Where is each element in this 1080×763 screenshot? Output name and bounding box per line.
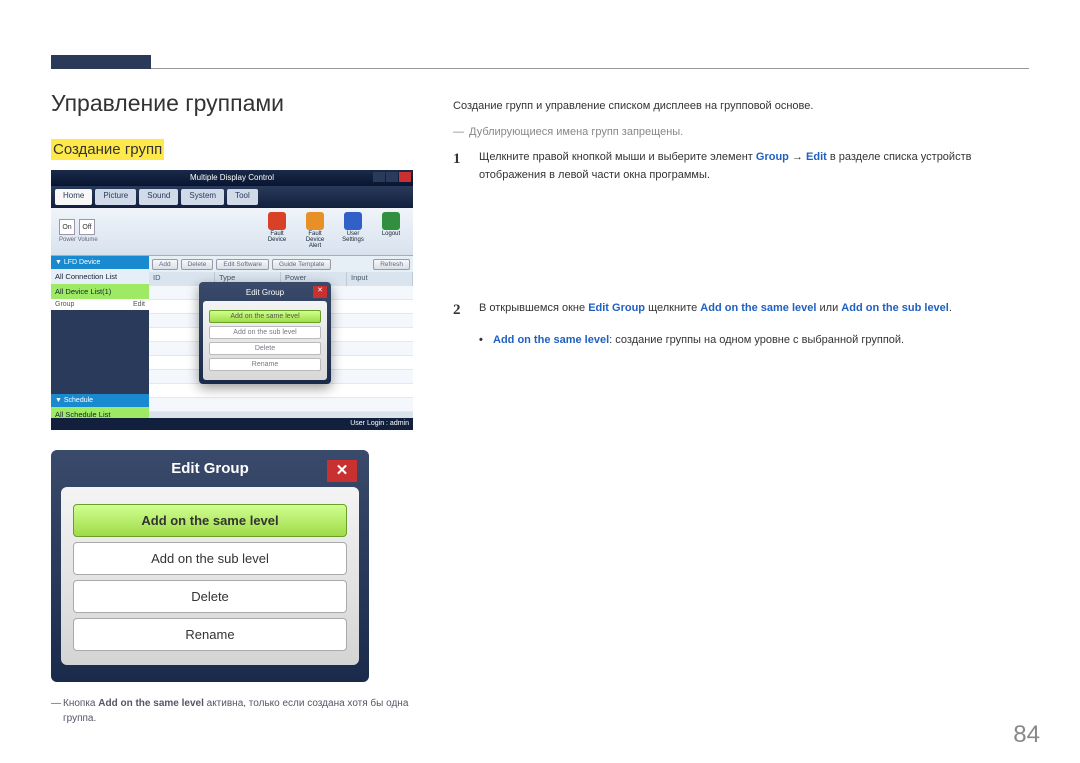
window-title: Multiple Display Control (190, 173, 274, 182)
footnote: Кнопка Add on the same level активна, то… (51, 696, 431, 726)
close-icon[interactable]: ✕ (313, 286, 327, 298)
tab-sound[interactable]: Sound (139, 189, 178, 205)
btn-rename-group[interactable]: Rename (209, 358, 321, 371)
btn-add-same-level[interactable]: Add on the same level (73, 504, 347, 537)
heading-main: Управление группами (51, 90, 431, 117)
ico-user-settings[interactable]: User Settings (339, 212, 367, 249)
ico-fault-device[interactable]: Fault Device (263, 212, 291, 249)
step-number: 1 (453, 147, 461, 171)
heading-sub: Создание групп (51, 139, 164, 160)
dialog-title: Edit Group (51, 450, 369, 487)
ico-fault-alert[interactable]: Fault Device Alert (301, 212, 329, 249)
tab-system[interactable]: System (181, 189, 224, 205)
side-all-dev[interactable]: All Device List(1) (51, 284, 149, 299)
side-sec-sched[interactable]: ▼ Schedule (51, 394, 149, 407)
btn-edit-sw[interactable]: Edit Software (216, 259, 269, 270)
ribbon: OnOff Power Volume Fault Device Fault De… (51, 208, 413, 256)
screenshot-edit-group-dialog: Edit Group ✕ Add on the same level Add o… (51, 450, 369, 682)
note-text: Дублирующиеся имена групп запрещены. (453, 124, 1029, 142)
page-number: 84 (1013, 721, 1040, 749)
power-off[interactable]: Off (79, 219, 95, 235)
ribbon-power: OnOff Power Volume (59, 216, 139, 248)
btn-del-group[interactable]: Delete (73, 580, 347, 613)
step-number: 2 (453, 298, 461, 322)
ico-logout[interactable]: Logout (377, 212, 405, 249)
tab-home[interactable]: Home (55, 189, 92, 205)
side-group-row: GroupEdit (51, 299, 149, 310)
sub-toolbar: Add Delete Edit Software Guide Template … (149, 256, 413, 272)
tab-bar: Home Picture Sound System Tool (51, 186, 413, 208)
window-buttons (373, 172, 411, 182)
popup-title: Edit Group✕ (203, 286, 327, 301)
tab-tool[interactable]: Tool (227, 189, 258, 205)
popup-edit-group-small: Edit Group✕ Add on the same level Add on… (199, 282, 331, 384)
step-1: 1 Щелкните правой кнопкой мыши и выберит… (453, 149, 1029, 184)
side-sec-lfd[interactable]: ▼ LFD Device (51, 256, 149, 269)
sidebar: ▼ LFD Device All Connection List All Dev… (51, 256, 149, 418)
steps-list: 1 Щелкните правой кнопкой мыши и выберит… (453, 149, 1029, 349)
intro-text: Создание групп и управление списком дисп… (453, 98, 1029, 116)
status-bar: User Login : admin (51, 418, 413, 430)
btn-rename-group[interactable]: Rename (73, 618, 347, 651)
tab-picture[interactable]: Picture (95, 189, 136, 205)
window-titlebar: Multiple Display Control (51, 170, 413, 186)
step-2: 2 В открывшемся окне Edit Group щелкните… (453, 300, 1029, 349)
btn-add[interactable]: Add (152, 259, 178, 270)
th-input: Input (347, 272, 413, 286)
power-on[interactable]: On (59, 219, 75, 235)
btn-delete[interactable]: Delete (181, 259, 214, 270)
bullet-list: Add on the same level: создание группы н… (479, 332, 1029, 350)
left-column: Управление группами Создание групп Multi… (51, 90, 431, 726)
btn-guide[interactable]: Guide Template (272, 259, 331, 270)
right-column: Создание групп и управление списком дисп… (453, 98, 1029, 376)
btn-refresh[interactable]: Refresh (373, 259, 410, 270)
page-header-tab (51, 55, 151, 69)
page-top-rule (51, 68, 1029, 69)
ribbon-caption: Power Volume (59, 237, 139, 243)
ribbon-right: Fault Device Fault Device Alert User Set… (263, 212, 405, 249)
side-all-conn[interactable]: All Connection List (51, 269, 149, 284)
btn-del-group[interactable]: Delete (209, 342, 321, 355)
close-icon[interactable]: ✕ (327, 460, 357, 482)
btn-add-same-level[interactable]: Add on the same level (209, 310, 321, 323)
side-edit-link[interactable]: Edit (133, 301, 145, 308)
bullet-same-level: Add on the same level: создание группы н… (479, 332, 1029, 350)
btn-add-sub-level[interactable]: Add on the sub level (73, 542, 347, 575)
screenshot-mdc-app: Multiple Display Control Home Picture So… (51, 170, 413, 430)
btn-add-sub-level[interactable]: Add on the sub level (209, 326, 321, 339)
